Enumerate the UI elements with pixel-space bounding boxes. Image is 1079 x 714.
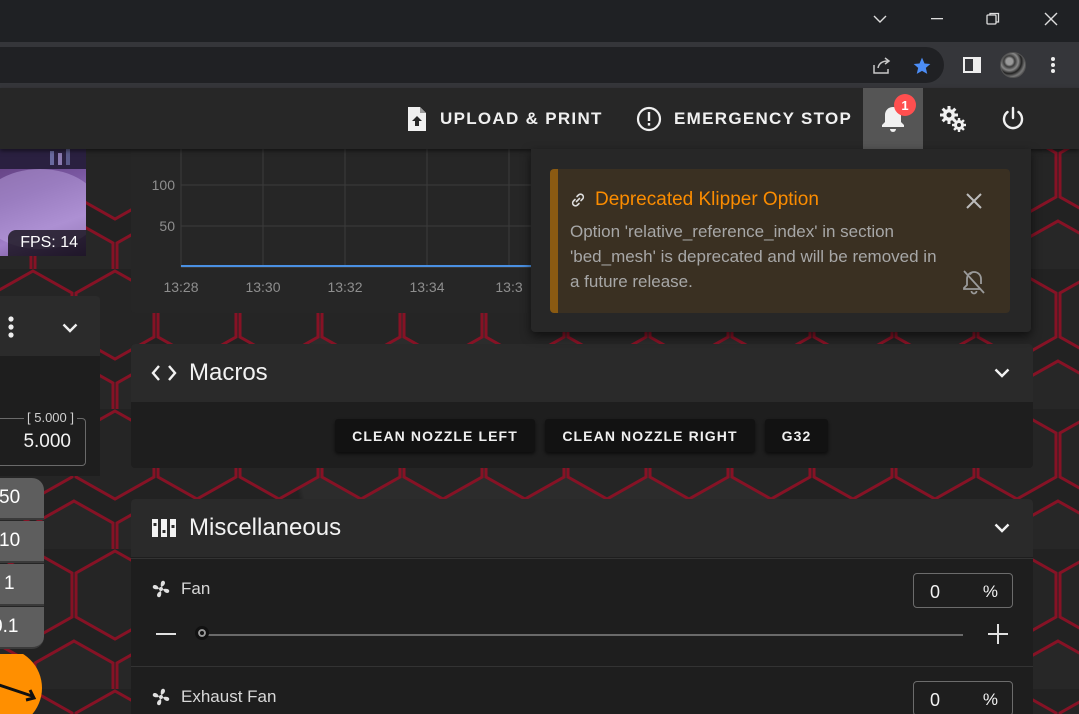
power-button[interactable]: [983, 88, 1043, 149]
link-icon: [571, 193, 585, 207]
fan-speed-input[interactable]: 0 %: [913, 573, 1013, 608]
step-label: 50: [0, 487, 21, 508]
side-panel-icon[interactable]: [959, 52, 985, 78]
browser-titlebar: [0, 0, 1079, 42]
emergency-stop-label: EMERGENCY STOP: [674, 108, 853, 128]
chart-x-tick-label: 13:32: [327, 279, 362, 295]
macro-clean-nozzle-right-button[interactable]: CLEAN NOZZLE RIGHT: [545, 419, 755, 452]
macros-header[interactable]: Macros: [131, 344, 1033, 402]
step-button-0-1[interactable]: 0.1: [0, 607, 44, 649]
bell-off-icon[interactable]: [960, 267, 988, 297]
miscellaneous-title: Miscellaneous: [189, 514, 342, 541]
step-button-1[interactable]: 1: [0, 564, 44, 606]
chevron-down-icon[interactable]: [865, 6, 895, 32]
z-offset-field[interactable]: [ 5.000 ] 5.000: [0, 410, 86, 466]
fan-slider-thumb[interactable]: [195, 626, 209, 640]
upload-print-label: UPLOAD & PRINT: [440, 108, 603, 128]
macro-g32-button[interactable]: G32: [765, 419, 828, 452]
exhaust-fan-speed-unit: %: [982, 690, 998, 709]
chart-y-tick-label: 50: [159, 218, 175, 234]
browser-toolbar: [0, 42, 1079, 88]
field-value: 5.000: [23, 431, 71, 452]
fan-speed-value: 0: [930, 582, 941, 602]
home-arrows-icon: [0, 654, 42, 714]
chevron-down-icon[interactable]: [991, 362, 1013, 384]
plus-icon[interactable]: [987, 623, 1009, 645]
notification-alert: Deprecated Klipper Option Option 'relati…: [550, 169, 1010, 313]
chart-x-tick-label: 13:34: [409, 279, 444, 295]
fan-icon: [152, 580, 170, 598]
fan-slider-track[interactable]: [203, 634, 963, 636]
minimize-icon[interactable]: [922, 6, 952, 32]
app-bar: UPLOAD & PRINT EMERGENCY STOP 1: [0, 88, 1079, 149]
notification-title: Deprecated Klipper Option: [595, 189, 819, 210]
chevron-down-icon[interactable]: [62, 320, 80, 334]
webcam-preview[interactable]: FPS: 14: [0, 149, 86, 256]
chart-x-tick-label: 13:28: [163, 279, 198, 295]
fps-label: FPS: 14: [8, 230, 86, 256]
kebab-menu-icon[interactable]: [1040, 52, 1066, 78]
fan-speed-unit: %: [982, 582, 998, 601]
close-icon[interactable]: [1036, 6, 1066, 32]
chart-y-tick-label: 100: [152, 177, 176, 193]
address-bar[interactable]: [0, 47, 944, 83]
notification-body: Option 'relative_reference_index' in sec…: [570, 222, 937, 291]
exhaust-fan-name: Exhaust Fan: [181, 687, 277, 706]
code-brackets-icon: [151, 365, 177, 381]
profile-avatar[interactable]: [1000, 52, 1026, 78]
field-legend: [ 5.000 ]: [24, 410, 77, 425]
settings-button[interactable]: [923, 88, 983, 149]
chevron-down-icon[interactable]: [991, 517, 1013, 539]
exhaust-fan-speed-input[interactable]: 0 %: [913, 681, 1013, 714]
emergency-stop-button[interactable]: EMERGENCY STOP: [636, 88, 852, 149]
cogs-icon: [940, 105, 966, 132]
notification-badge: 1: [894, 94, 916, 116]
step-label: 10: [0, 530, 21, 551]
restore-icon[interactable]: [978, 6, 1008, 32]
notifications-button[interactable]: 1: [863, 88, 923, 149]
notification-menu: Deprecated Klipper Option Option 'relati…: [531, 149, 1031, 332]
miscellaneous-header[interactable]: Miscellaneous: [131, 499, 1033, 557]
temperature-chart: 100 50 13:28 13:30 13:32 13:34 13:3: [152, 149, 531, 295]
star-icon[interactable]: [911, 55, 933, 77]
alert-octagon-icon: [636, 106, 662, 131]
toolhead-panel-header: [0, 296, 100, 356]
home-button[interactable]: [0, 654, 44, 714]
step-button-50[interactable]: 50: [0, 478, 44, 520]
file-upload-icon: [408, 106, 426, 131]
fan-icon: [152, 688, 170, 706]
fan-name: Fan: [181, 579, 211, 598]
exhaust-fan-row: Exhaust Fan 0 %: [131, 666, 1033, 714]
chart-x-tick-label: 13:30: [245, 279, 280, 295]
upload-print-button[interactable]: UPLOAD & PRINT: [406, 88, 603, 149]
tune-vertical-icon: [152, 519, 176, 537]
macros-title: Macros: [189, 359, 268, 386]
dots-vertical-icon[interactable]: [8, 316, 14, 338]
exhaust-fan-speed-value: 0: [930, 690, 941, 710]
macro-clean-nozzle-left-button[interactable]: CLEAN NOZZLE LEFT: [335, 419, 535, 452]
close-icon[interactable]: [962, 189, 986, 213]
temperature-chart-card: 100 50 13:28 13:30 13:32 13:34 13:3: [131, 149, 531, 313]
share-icon[interactable]: [871, 55, 893, 77]
minus-icon[interactable]: [155, 623, 177, 645]
step-label: 0.1: [0, 616, 19, 637]
step-button-10[interactable]: 10: [0, 521, 44, 563]
fan-row: Fan 0 %: [131, 558, 1033, 665]
chart-x-tick-label: 13:3: [495, 279, 522, 295]
step-label: 1: [4, 573, 15, 594]
power-icon: [1002, 106, 1024, 129]
